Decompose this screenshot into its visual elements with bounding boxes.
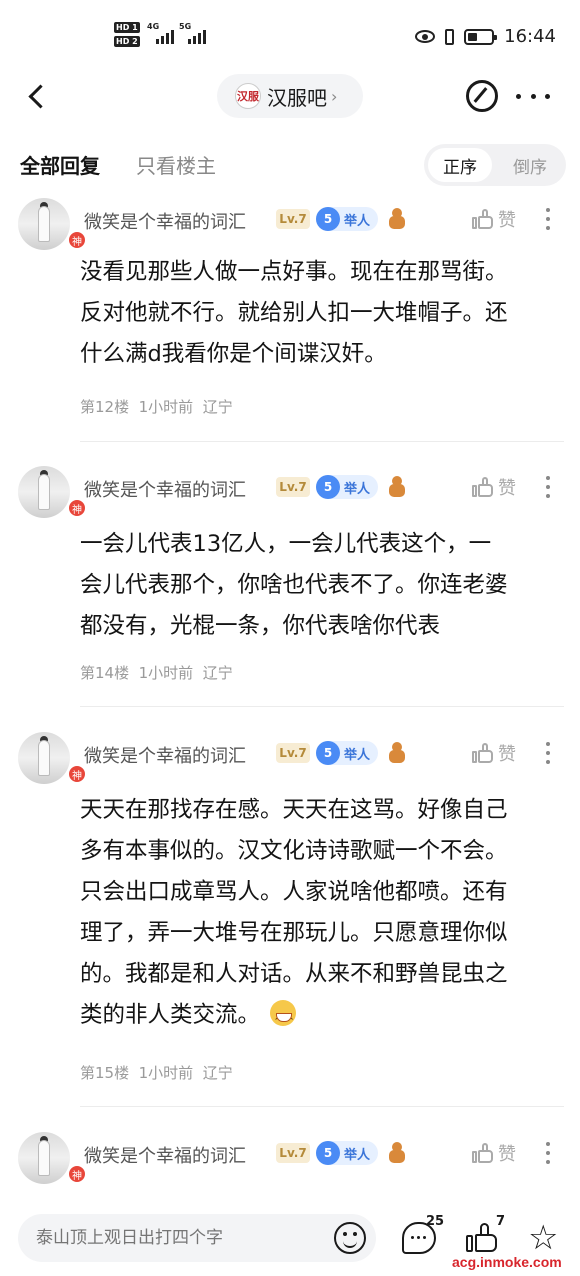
comment-count: 25: [426, 1214, 445, 1229]
back-arrow-icon[interactable]: [24, 82, 48, 110]
more-vertical-icon[interactable]: [544, 1142, 552, 1164]
sort-desc-button[interactable]: 倒序: [498, 148, 562, 182]
reply-item: 神 微笑是个幸福的词汇 Lv.7 5 举人 赞 一会儿代表13亿人，一会儿代表这…: [0, 466, 580, 707]
star-icon[interactable]: ☆: [528, 1221, 562, 1255]
reply-content: 一会儿代表13亿人，一会儿代表这个，一 会儿代表那个，你啥也代表不了。你连老婆 …: [80, 531, 508, 639]
signal-icon: 5G: [179, 22, 206, 44]
sort-asc-button[interactable]: 正序: [428, 148, 492, 182]
hd1-badge: HD 1: [114, 22, 140, 33]
rank-medal: 5 举人: [316, 741, 378, 765]
gingerbread-icon: [388, 1142, 406, 1164]
avatar[interactable]: 神: [18, 732, 87, 784]
emoji-icon[interactable]: [334, 1222, 366, 1254]
reply-item: 神 微笑是个幸福的词汇 Lv.7 5 举人 赞: [0, 1132, 580, 1200]
more-options-icon[interactable]: [516, 82, 550, 110]
like-icon[interactable]: [466, 1222, 500, 1254]
floor-number: 第15楼: [80, 1064, 130, 1082]
watermark: acg.inmoke.com: [452, 1254, 562, 1270]
sort-order-toggle: 正序 倒序: [424, 144, 566, 186]
bottom-action-bar: 25 7 ☆ acg.inmoke.com: [0, 1200, 580, 1276]
rank-medal: 5 举人: [316, 207, 378, 231]
more-vertical-icon[interactable]: [544, 742, 552, 764]
divider: [80, 441, 564, 442]
post-time: 1小时前: [138, 664, 194, 682]
tab-op-only[interactable]: 只看楼主: [136, 150, 216, 179]
divider: [80, 706, 564, 707]
like-button[interactable]: 赞: [472, 474, 516, 500]
divider: [80, 1106, 564, 1107]
grinning-emoji-icon: [270, 1000, 297, 1042]
username[interactable]: 微笑是个幸福的词汇: [84, 476, 246, 502]
hd2-badge: HD 2: [114, 36, 140, 47]
level-badge: Lv.7: [276, 209, 310, 229]
signal-icon: 4G: [147, 22, 174, 44]
level-badge: Lv.7: [276, 477, 310, 497]
floor-number: 第14楼: [80, 664, 130, 682]
reply-filter-bar: 全部回复 只看楼主 正序 倒序: [0, 140, 580, 190]
status-bar: HD 1 HD 2 4G 5G 16:44: [0, 0, 580, 72]
avatar[interactable]: 神: [18, 198, 87, 250]
reply-item: 神 微笑是个幸福的词汇 Lv.7 5 举人 赞 没看见那些人做一点好事。现在在那…: [0, 198, 580, 448]
reply-meta: 第14楼 1小时前 辽宁: [80, 662, 233, 683]
like-button[interactable]: 赞: [472, 740, 516, 766]
post-location: 辽宁: [202, 664, 233, 682]
rank-medal: 5 举人: [316, 475, 378, 499]
clock: 16:44: [504, 26, 556, 47]
gingerbread-icon: [388, 476, 406, 498]
eye-comfort-icon: [415, 30, 436, 43]
forum-link-button[interactable]: 汉服 汉服吧 ›: [217, 74, 363, 118]
vibrate-icon: [445, 28, 455, 45]
username[interactable]: 微笑是个幸福的词汇: [84, 742, 246, 768]
reply-input[interactable]: [18, 1214, 376, 1262]
floor-number: 第12楼: [80, 398, 130, 416]
edit-icon[interactable]: [466, 80, 498, 112]
forum-name: 汉服吧: [267, 85, 327, 110]
avatar[interactable]: 神: [18, 1132, 87, 1184]
like-button[interactable]: 赞: [472, 206, 516, 232]
username[interactable]: 微笑是个幸福的词汇: [84, 208, 246, 234]
forum-logo: 汉服: [235, 83, 261, 109]
thumb-up-icon: [472, 1142, 494, 1164]
rank-medal: 5 举人: [316, 1141, 378, 1165]
reply-content: 天天在那找存在感。天天在这骂。好像自己 多有本事似的。汉文化诗诗歌赋一个不会。 …: [80, 790, 564, 1042]
more-vertical-icon[interactable]: [544, 208, 552, 230]
post-time: 1小时前: [138, 1064, 194, 1082]
level-badge: Lv.7: [276, 1143, 310, 1163]
thumb-up-icon: [472, 208, 494, 230]
like-button[interactable]: 赞: [472, 1140, 516, 1166]
thumb-up-icon: [472, 742, 494, 764]
more-vertical-icon[interactable]: [544, 476, 552, 498]
chevron-right-icon: ›: [331, 86, 338, 106]
post-location: 辽宁: [202, 1064, 233, 1082]
reply-item: 神 微笑是个幸福的词汇 Lv.7 5 举人 赞 天天在那找存在感。天天在这骂。好…: [0, 732, 580, 1112]
reply-meta: 第12楼 1小时前 辽宁: [80, 396, 233, 417]
level-badge: Lv.7: [276, 743, 310, 763]
like-count: 7: [496, 1214, 506, 1229]
reply-meta: 第15楼 1小时前 辽宁: [80, 1062, 233, 1083]
post-time: 1小时前: [138, 398, 194, 416]
avatar[interactable]: 神: [18, 466, 87, 518]
sim-indicators: HD 1 HD 2: [114, 22, 140, 47]
tab-all-replies[interactable]: 全部回复: [20, 150, 100, 179]
username[interactable]: 微笑是个幸福的词汇: [84, 1142, 246, 1168]
post-location: 辽宁: [202, 398, 233, 416]
gingerbread-icon: [388, 742, 406, 764]
reply-content: 没看见那些人做一点好事。现在在那骂街。 反对他就不行。就给别人扣一大堆帽子。还 …: [80, 259, 508, 367]
battery-icon: [464, 28, 498, 45]
nav-bar: 汉服 汉服吧 ›: [0, 72, 580, 120]
thumb-up-icon: [472, 476, 494, 498]
gingerbread-icon: [388, 208, 406, 230]
